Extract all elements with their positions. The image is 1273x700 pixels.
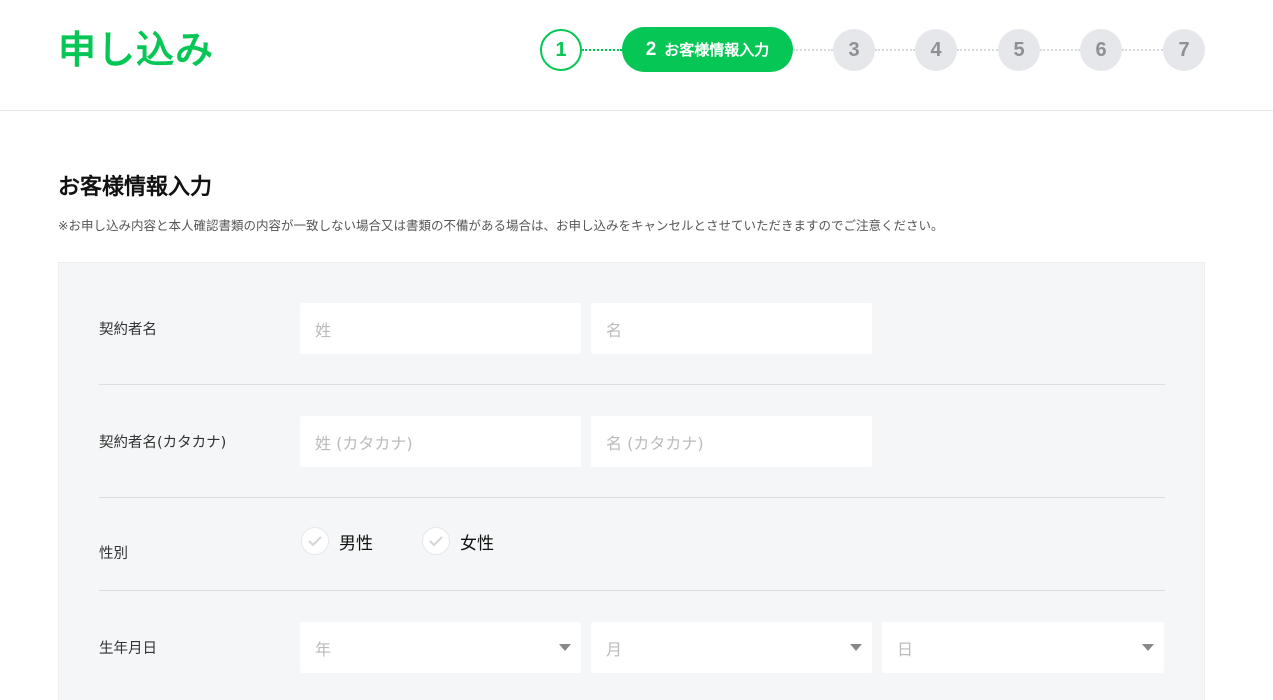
gender-female-radio[interactable]: 女性 — [422, 527, 494, 555]
section-title: お客様情報入力 — [58, 175, 213, 200]
birthdate-row: 生年月日 年 月 日 — [99, 622, 1165, 673]
step-connector — [1122, 49, 1163, 51]
gender-male-radio[interactable]: 男性 — [301, 527, 373, 555]
kana-row: 契約者名(カタカナ) 姓 (カタカナ) 名 (カタカナ) — [99, 416, 1165, 467]
birth-year-select[interactable]: 年 — [300, 622, 581, 673]
step-connector — [1040, 49, 1080, 51]
kana-label: 契約者名(カタカナ) — [99, 435, 227, 451]
step-2-number: 2 — [645, 38, 657, 60]
birth-day-placeholder: 日 — [897, 639, 914, 659]
step-connector — [957, 49, 998, 51]
check-icon — [301, 527, 329, 555]
customer-info-form: 契約者名 姓 名 契約者名(カタカナ) 姓 (カタカナ) 名 (カタカナ) 性別… — [58, 262, 1205, 700]
step-connector — [582, 49, 622, 51]
step-1: 1 — [540, 29, 582, 71]
page-title: 申し込み — [58, 28, 215, 72]
gender-female-label: 女性 — [460, 533, 494, 554]
row-divider — [99, 384, 1165, 385]
last-name-input[interactable]: 姓 — [300, 303, 581, 354]
birthdate-label: 生年月日 — [99, 641, 157, 657]
gender-label: 性別 — [99, 546, 128, 562]
birth-month-placeholder: 月 — [606, 639, 623, 659]
row-divider — [99, 590, 1165, 591]
step-7: 7 — [1163, 29, 1205, 71]
birth-day-select[interactable]: 日 — [882, 622, 1164, 673]
gender-row: 性別 男性 女性 — [99, 525, 1165, 585]
chevron-down-icon — [559, 644, 571, 651]
page-header: 申し込み 1 2 お客様情報入力 3 4 5 6 7 — [0, 0, 1273, 111]
cancellation-notice: ※お申し込み内容と本人確認書類の内容が一致しない場合又は書類の不備がある場合は、… — [58, 218, 944, 233]
last-name-kana-input[interactable]: 姓 (カタカナ) — [300, 416, 581, 467]
row-divider — [99, 497, 1165, 498]
step-3: 3 — [833, 29, 875, 71]
step-connector — [875, 49, 915, 51]
chevron-down-icon — [1142, 644, 1154, 651]
step-connector — [793, 49, 833, 51]
step-2-current: 2 お客様情報入力 — [622, 27, 793, 72]
name-label: 契約者名 — [99, 322, 157, 338]
progress-stepper: 1 2 お客様情報入力 3 4 5 6 7 — [540, 27, 1210, 72]
step-2-label: お客様情報入力 — [664, 42, 770, 59]
step-4: 4 — [915, 29, 957, 71]
step-6: 6 — [1080, 29, 1122, 71]
first-name-kana-input[interactable]: 名 (カタカナ) — [591, 416, 872, 467]
first-name-input[interactable]: 名 — [591, 303, 872, 354]
birth-year-placeholder: 年 — [315, 639, 332, 659]
gender-male-label: 男性 — [339, 533, 373, 554]
step-5: 5 — [998, 29, 1040, 71]
birth-month-select[interactable]: 月 — [591, 622, 872, 673]
chevron-down-icon — [850, 644, 862, 651]
name-row: 契約者名 姓 名 — [99, 303, 1165, 354]
check-icon — [422, 527, 450, 555]
